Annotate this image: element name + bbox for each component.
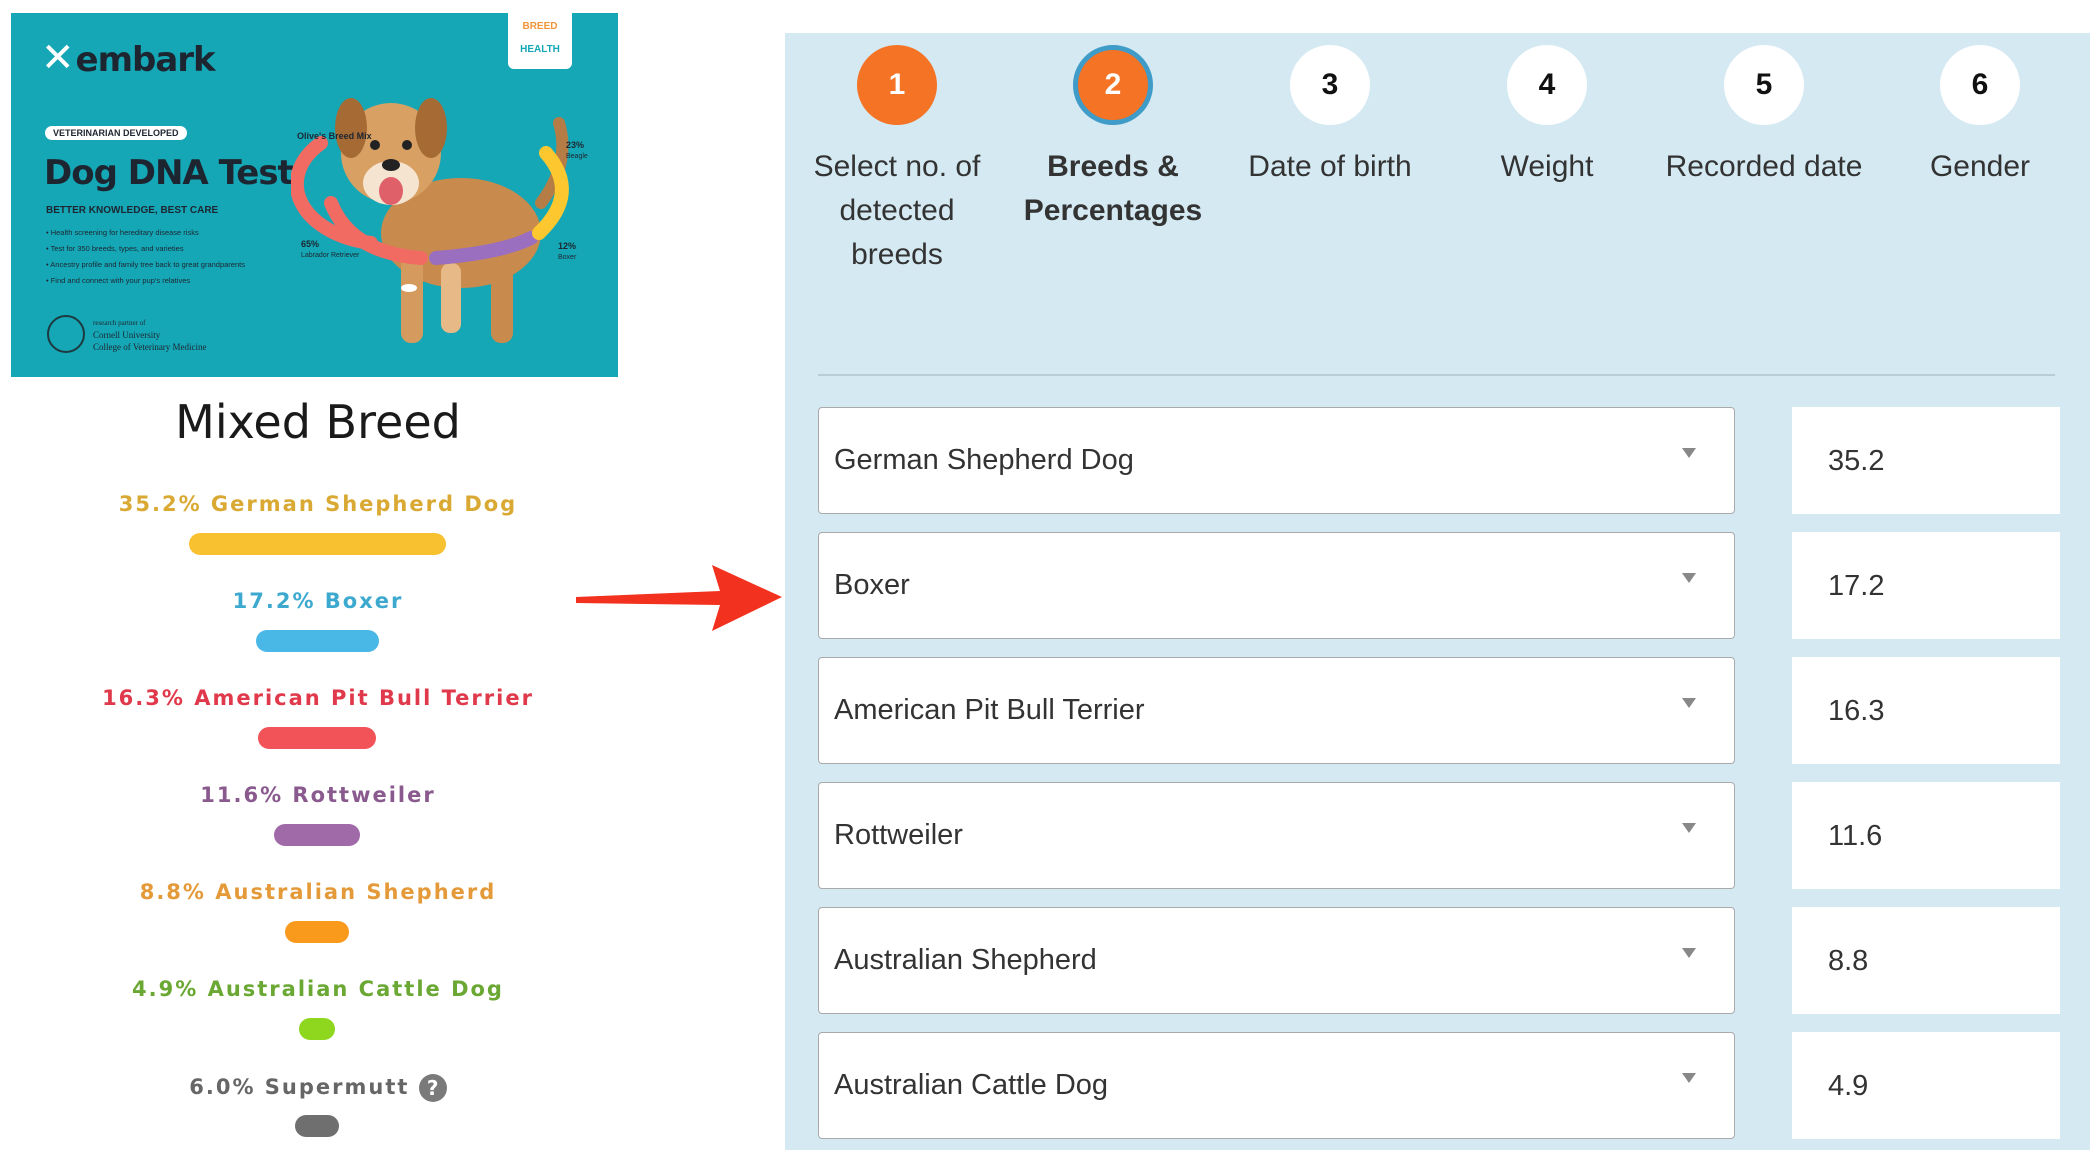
percentage-input[interactable]: 8.8	[1792, 907, 2060, 1014]
product-image: ✕embark BREED HEALTH VETERINARIAN DEVELO…	[11, 13, 618, 377]
breed-select[interactable]: German Shepherd Dog	[818, 407, 1735, 514]
percentage-value: 11.6	[1828, 820, 1883, 852]
percentage-input[interactable]: 11.6	[1792, 782, 2060, 889]
legend-label: 6.0% Supermutt ?	[0, 1074, 636, 1102]
step-4[interactable]: 4 Weight	[1437, 45, 1657, 189]
breed-select-value: Australian Shepherd	[834, 944, 1097, 976]
step-label: Select no. of detected breeds	[813, 150, 981, 271]
product-title: Dog DNA Test	[44, 153, 294, 193]
breed-select-value: American Pit Bull Terrier	[834, 694, 1145, 726]
percentage-value: 35.2	[1828, 445, 1885, 477]
legend-bar	[188, 533, 446, 555]
step-circle[interactable]: 6	[1940, 45, 2020, 125]
breed-entry-panel: 1 Select no. of detected breeds 2 Breeds & …	[785, 33, 2090, 1150]
cornell-partner: research partner of Cornell University Col…	[47, 315, 207, 353]
percentage-input[interactable]: 16.3	[1792, 657, 2060, 764]
step-circle[interactable]: 4	[1507, 45, 1587, 125]
legend-bar	[274, 824, 360, 846]
breed-select[interactable]: Australian Cattle Dog	[818, 1032, 1735, 1139]
caret-down-icon	[1682, 948, 1696, 958]
step-1[interactable]: 1 Select no. of detected breeds	[787, 45, 1007, 277]
caret-down-icon	[1682, 448, 1696, 458]
breed-health-badge: BREED HEALTH	[508, 13, 572, 69]
mix-lab: 65% Labrador Retriever	[301, 239, 360, 259]
step-label: Weight	[1500, 150, 1594, 183]
percentage-value: 8.8	[1828, 945, 1869, 977]
legend-label: 16.3% American Pit Bull Terrier	[102, 686, 534, 710]
red-arrow-icon	[576, 565, 782, 631]
breed-select-value: Boxer	[834, 569, 910, 601]
breed-select[interactable]: Australian Shepherd	[818, 907, 1735, 1014]
step-circle[interactable]: 1	[857, 45, 937, 125]
legend-bar	[258, 727, 376, 749]
product-tagline: BETTER KNOWLEDGE, BEST CARE	[46, 205, 219, 216]
caret-down-icon	[1682, 823, 1696, 833]
breed-select-value: Rottweiler	[834, 819, 963, 851]
legend-title: Mixed Breed	[175, 395, 461, 449]
legend-label: 17.2% Boxer	[232, 589, 404, 613]
product-bullets: • Health screening for hereditary diseas…	[46, 228, 245, 285]
step-label: Recorded date	[1665, 150, 1863, 183]
legend-bar	[295, 1115, 339, 1137]
percentage-value: 17.2	[1828, 570, 1885, 602]
legend-label: 11.6% Rottweiler	[200, 783, 436, 807]
mix-boxer: 12% Boxer	[558, 241, 577, 261]
percentage-input[interactable]: 17.2	[1792, 532, 2060, 639]
legend-label: 8.8% Australian Shepherd	[139, 880, 497, 904]
help-icon[interactable]: ?	[418, 1074, 447, 1102]
step-6[interactable]: 6 Gender	[1870, 45, 2090, 189]
breed-select-value: German Shepherd Dog	[834, 444, 1134, 476]
divider	[818, 374, 2055, 376]
legend-bar	[255, 630, 379, 652]
embark-logo: ✕embark	[41, 35, 216, 81]
mix-beagle: 23% Beagle	[566, 140, 588, 160]
percentage-value: 4.9	[1828, 1070, 1869, 1102]
percentage-input[interactable]: 4.9	[1792, 1032, 2060, 1139]
caret-down-icon	[1682, 698, 1696, 708]
mix-label: Olive's Breed Mix	[297, 131, 372, 141]
breed-select[interactable]: Boxer	[818, 532, 1735, 639]
legend-label: 4.9% Australian Cattle Dog	[132, 977, 504, 1001]
percentage-value: 16.3	[1828, 695, 1885, 727]
percentage-input[interactable]: 35.2	[1792, 407, 2060, 514]
breed-select[interactable]: Rottweiler	[818, 782, 1735, 889]
step-label: Gender	[1929, 150, 2031, 183]
step-circle[interactable]: 3	[1290, 45, 1370, 125]
step-5[interactable]: 5 Recorded date	[1654, 45, 1874, 189]
step-circle[interactable]: 5	[1724, 45, 1804, 125]
cornell-seal-icon	[47, 315, 85, 353]
step-label: Date of birth	[1248, 150, 1412, 183]
vet-developed-pill: VETERINARIAN DEVELOPED	[45, 126, 187, 140]
step-2[interactable]: 2 Breeds & Percentages	[1003, 45, 1223, 233]
breed-select-value: Australian Cattle Dog	[834, 1069, 1109, 1101]
caret-down-icon	[1682, 573, 1696, 583]
step-3[interactable]: 3 Date of birth	[1220, 45, 1440, 189]
breed-select[interactable]: American Pit Bull Terrier	[818, 657, 1735, 764]
step-circle[interactable]: 2	[1073, 45, 1153, 125]
step-label: Breeds & Percentages	[1023, 150, 1203, 227]
dog-illustration	[291, 98, 569, 343]
caret-down-icon	[1682, 1073, 1696, 1083]
legend-bar	[299, 1018, 335, 1040]
legend-bar	[285, 921, 349, 943]
legend-label: 35.2% German Shepherd Dog	[118, 492, 518, 516]
